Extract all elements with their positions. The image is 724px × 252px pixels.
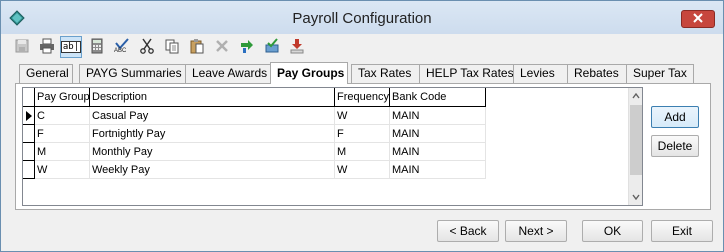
cell-description[interactable]: Casual Pay [90,107,335,125]
column-header-description[interactable]: Description [90,88,335,107]
save-button[interactable] [11,36,33,58]
cell-pay-group[interactable]: C [35,107,90,125]
payroll-configuration-window: Payroll Configuration ab| ABC General PA… [0,0,724,252]
save-icon [14,38,30,57]
calculator-icon [89,38,105,57]
exit-button[interactable]: Exit [651,220,713,242]
print-button[interactable] [36,36,58,58]
delete-button[interactable] [211,36,233,58]
scroll-up-button[interactable] [629,88,643,104]
approve-button[interactable] [261,36,283,58]
row-selector[interactable] [23,125,35,143]
row-selector[interactable] [23,143,35,161]
cell-frequency[interactable]: W [335,161,390,179]
cell-bank-code[interactable]: MAIN [390,107,486,125]
cell-pay-group[interactable]: F [35,125,90,143]
tab-general[interactable]: General [19,64,73,83]
scroll-thumb[interactable] [630,105,642,175]
row-selector-current[interactable] [23,107,35,125]
grid-corner [23,88,35,107]
print-icon [39,38,55,57]
tab-super-tax[interactable]: Super Tax [626,64,694,83]
approve-icon [264,37,280,57]
cell-description[interactable]: Weekly Pay [90,161,335,179]
cell-bank-code[interactable]: MAIN [390,161,486,179]
column-header-frequency[interactable]: Frequency [335,88,390,107]
delete-row-button[interactable]: Delete [651,135,699,157]
window-title: Payroll Configuration [292,10,432,27]
scroll-down-button[interactable] [629,189,643,205]
paste-icon [189,38,205,57]
spellcheck-button[interactable]: ABC [111,36,133,58]
next-button[interactable]: Next > [505,220,567,242]
text-field-button[interactable]: ab| [60,36,82,58]
delete-icon [214,38,230,57]
cell-frequency[interactable]: F [335,125,390,143]
cell-pay-group[interactable]: M [35,143,90,161]
column-header-bank-code[interactable]: Bank Code [390,88,486,107]
calculator-button[interactable] [86,36,108,58]
download-button[interactable] [286,36,308,58]
close-button[interactable] [681,10,715,28]
current-row-icon [26,111,32,121]
grid-vertical-scrollbar[interactable] [628,88,642,205]
export-button[interactable] [236,36,258,58]
back-button[interactable]: < Back [437,220,499,242]
cell-frequency[interactable]: M [335,143,390,161]
tab-levies[interactable]: Levies [513,64,573,83]
cut-button[interactable] [136,36,158,58]
add-button[interactable]: Add [651,106,699,128]
export-icon [239,38,255,57]
tab-rebates[interactable]: Rebates [567,64,629,83]
pay-groups-grid[interactable]: Pay Group Description Frequency Bank Cod… [22,87,643,206]
cell-frequency[interactable]: W [335,107,390,125]
paste-button[interactable] [186,36,208,58]
text-field-icon: ab| [60,41,82,53]
cell-bank-code[interactable]: MAIN [390,125,486,143]
tab-pay-groups[interactable]: Pay Groups [270,62,348,84]
cut-icon [139,38,155,57]
spellcheck-icon: ABC [113,38,131,56]
close-icon [692,12,704,27]
cell-description[interactable]: Fortnightly Pay [90,125,335,143]
chevron-down-icon [632,194,640,200]
download-icon [289,38,305,57]
cell-pay-group[interactable]: W [35,161,90,179]
row-selector[interactable] [23,161,35,179]
tab-payg-summaries[interactable]: PAYG Summaries [79,64,199,83]
chevron-up-icon [632,93,640,99]
copy-button[interactable] [161,36,183,58]
title-bar: Payroll Configuration [1,1,723,34]
spellcheck-label: ABC [114,48,127,54]
copy-icon [164,38,180,57]
cell-description[interactable]: Monthly Pay [90,143,335,161]
toolbar: ab| ABC [5,34,719,60]
ok-button[interactable]: OK [582,220,643,242]
column-header-pay-group[interactable]: Pay Group [35,88,90,107]
cell-bank-code[interactable]: MAIN [390,143,486,161]
